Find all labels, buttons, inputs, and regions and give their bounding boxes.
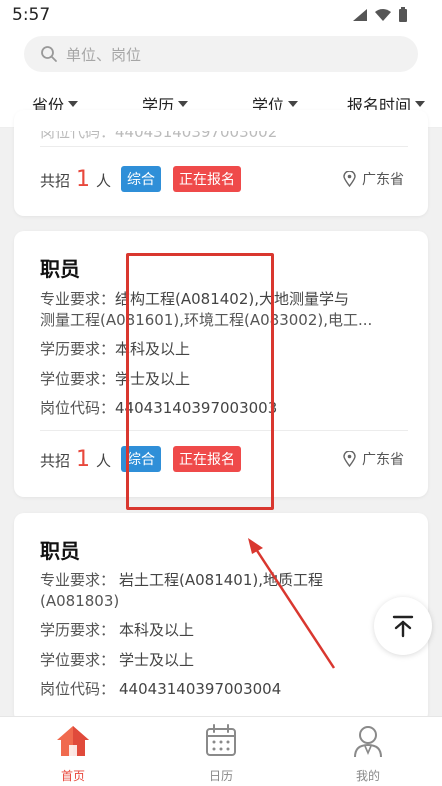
arrow-up-to-top-icon <box>392 615 414 638</box>
tab-label: 日历 <box>208 769 233 783</box>
annotation-arrow <box>248 538 336 669</box>
tab-calendar[interactable]: 日历 <box>181 723 261 784</box>
tab-label: 首页 <box>60 769 85 783</box>
tab-profile[interactable]: 我的 <box>328 723 408 784</box>
back-to-top-button[interactable] <box>374 597 432 655</box>
calendar-icon <box>206 724 236 756</box>
tab-label: 我的 <box>355 769 380 783</box>
user-profile-icon <box>354 726 382 758</box>
home-icon <box>57 726 89 756</box>
bottom-tab-bar: 首页 日历 我的 <box>0 716 442 786</box>
tab-home[interactable]: 首页 <box>33 723 113 784</box>
